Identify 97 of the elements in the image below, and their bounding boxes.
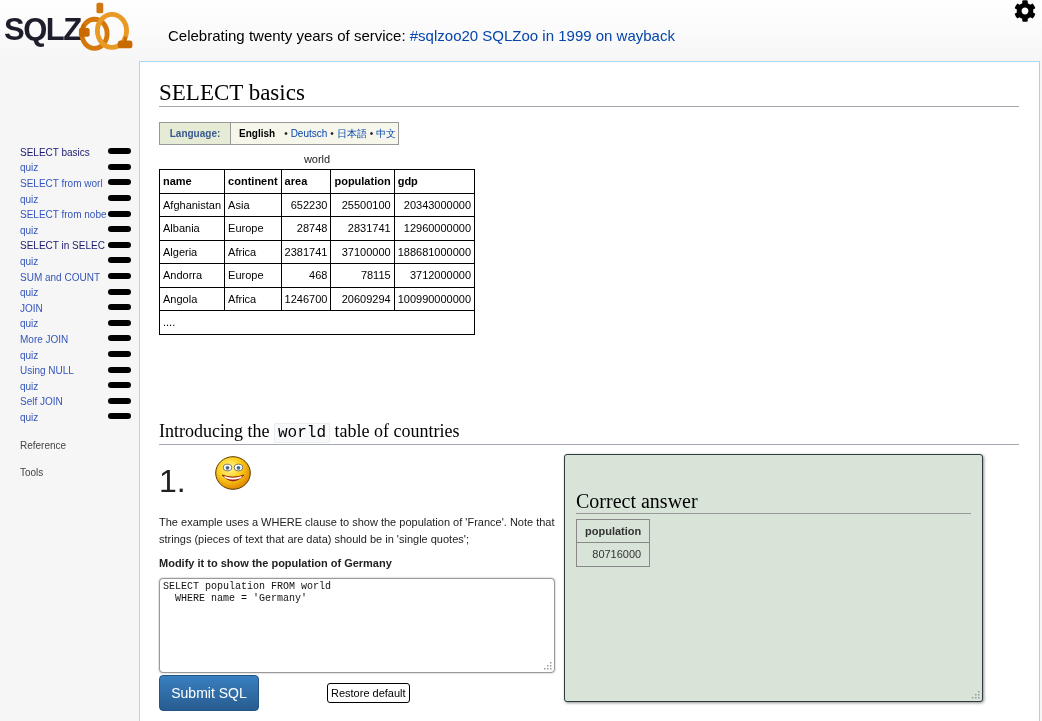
pill-icon — [108, 288, 131, 295]
pill-icon — [108, 273, 131, 280]
bullet-separator: • — [369, 128, 374, 139]
table-cell: Algeria — [159, 240, 225, 264]
sidebar-link[interactable]: JOIN — [20, 302, 43, 315]
sidebar-link[interactable]: quiz — [20, 287, 39, 300]
table-cell: 2831741 — [330, 216, 395, 240]
pill-icon — [108, 351, 131, 357]
sidebar-link[interactable]: Tools — [20, 465, 44, 481]
table-cell: Africa — [224, 240, 282, 264]
page-title: SELECT basics — [159, 79, 1019, 107]
sidebar-link[interactable]: More JOIN — [20, 333, 69, 346]
table-cell: 652230 — [281, 193, 331, 217]
table-caption: world — [302, 153, 332, 167]
logo-text[interactable]: SQLZ — [4, 15, 81, 45]
table-cell: 2381741 — [281, 240, 331, 264]
sidebar-link[interactable]: quiz — [20, 193, 39, 206]
banner-link[interactable]: #sqlzoo20 — [409, 27, 479, 44]
table-cell: Europe — [224, 216, 282, 240]
language-option[interactable]: 中文 — [376, 126, 397, 141]
language-option[interactable]: Deutsch — [290, 128, 328, 139]
sidebar-link[interactable]: quiz — [20, 162, 39, 175]
table-cell: 20609294 — [330, 287, 395, 311]
sidebar-link[interactable]: SELECT basics — [20, 146, 90, 159]
section-heading: Introducing the world table of countries — [159, 419, 1019, 445]
language-option[interactable]: English — [239, 128, 276, 139]
table-cell: 25500100 — [330, 193, 395, 217]
sidebar-link[interactable]: SELECT from nobe — [20, 209, 107, 222]
table-cell: 20343000000 — [394, 193, 475, 217]
sidebar-link[interactable]: SELECT in SELEC — [20, 240, 105, 253]
table-cell: 468 — [281, 263, 331, 287]
table-cell: 1246700 — [281, 287, 331, 311]
column-header: name — [159, 169, 225, 193]
bullet-separator: • — [284, 128, 288, 139]
sidebar-link[interactable]: quiz — [20, 349, 39, 362]
sidebar-link[interactable]: Using NULL — [20, 365, 74, 378]
sidebar-link[interactable]: SUM and COUNT — [20, 271, 100, 284]
sql-editor-field[interactable]: SELECT population FROM world WHERE name = 'Germany' — [159, 577, 555, 673]
bullet-separator: • — [330, 128, 334, 139]
table-cell: Afghanistan — [159, 193, 225, 217]
table-cell: Andorra — [159, 263, 225, 287]
settings-icon[interactable] — [1014, 0, 1036, 22]
table-cell: Africa — [224, 287, 282, 311]
table-cell: 28748 — [281, 216, 331, 240]
pill-icon — [108, 148, 131, 155]
exercise-description: The example uses a WHERE clause to show the population of 'France'. Note that strings (pieces of text that are data) should be in 'single quotes'; — [159, 514, 555, 547]
column-header: continent — [224, 169, 282, 193]
table-cell: 37100000 — [330, 240, 395, 264]
sidebar-link[interactable]: quiz — [20, 318, 39, 331]
column-header: population — [576, 519, 650, 542]
pill-icon — [108, 179, 131, 186]
sidebar-link[interactable]: quiz — [20, 255, 39, 268]
language-label: Language: — [160, 123, 231, 144]
question-number: 1. — [159, 464, 186, 497]
banner-link[interactable]: SQLZoo in 1999 on wayback — [482, 27, 675, 44]
pill-icon — [108, 257, 131, 264]
sidebar-link[interactable]: Reference — [20, 437, 67, 454]
table-cell: 188681000000 — [394, 240, 475, 264]
pill-icon — [108, 163, 131, 170]
pill-icon — [108, 366, 131, 373]
table-cell: 100990000000 — [394, 287, 475, 311]
table-cell: 12960000000 — [394, 216, 475, 240]
language-option[interactable]: 日本語 — [336, 126, 367, 141]
sidebar-link[interactable]: quiz — [20, 380, 39, 393]
sidebar-link[interactable]: SELECT from worl — [20, 178, 103, 190]
table-cell: Asia — [224, 193, 282, 217]
table-cell: 78115 — [330, 263, 395, 287]
table-cell: Europe — [224, 263, 282, 287]
pill-icon — [108, 241, 131, 248]
pill-icon — [108, 210, 131, 217]
pill-icon — [108, 397, 131, 404]
table-cell: 3712000000 — [394, 263, 475, 287]
column-header: area — [281, 169, 331, 193]
restore-button[interactable]: Restore default — [327, 682, 410, 703]
pill-icon — [108, 195, 131, 202]
table-cell: .... — [159, 310, 475, 334]
table-cell: Albania — [159, 216, 225, 240]
sidebar-link[interactable]: quiz — [20, 224, 39, 237]
sidebar-link[interactable]: quiz — [20, 411, 39, 424]
resize-grip-icon[interactable] — [972, 690, 980, 699]
pill-icon — [108, 304, 131, 311]
exercise-task: Modify it to show the population of Germany — [159, 555, 393, 571]
pill-icon — [108, 319, 131, 326]
banner-text: Celebrating twenty years of service: — [168, 27, 406, 44]
answer-title: Correct answer — [576, 488, 971, 514]
pill-icon — [108, 335, 131, 342]
pill-icon — [108, 226, 131, 233]
pill-icon — [108, 382, 131, 389]
column-header: gdp — [394, 169, 475, 193]
table-cell: Angola — [159, 287, 225, 311]
resize-grip-icon[interactable] — [544, 661, 552, 670]
pill-icon — [108, 413, 131, 420]
column-header: population — [330, 169, 395, 193]
sidebar-link[interactable]: Self JOIN — [20, 396, 63, 409]
table-cell: 80716000 — [576, 542, 650, 566]
submit-button[interactable]: Submit SQL — [159, 674, 259, 711]
smiley-icon — [214, 455, 251, 490]
